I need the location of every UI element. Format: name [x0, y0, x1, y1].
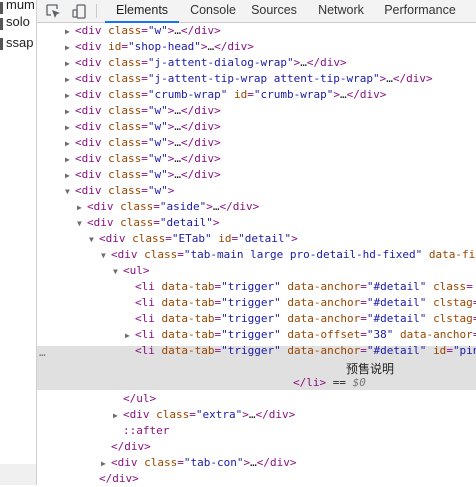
dom-node[interactable]: ▶ <div class="aside">…</div> [37, 199, 476, 215]
tab-performance[interactable]: Performance [380, 0, 460, 22]
expand-triangle-icon[interactable]: ▶ [65, 88, 75, 103]
page-item-ssap[interactable]: ssap [6, 35, 33, 50]
collapse-triangle-icon[interactable]: ▼ [77, 216, 87, 231]
expand-triangle-icon[interactable]: ▶ [65, 120, 75, 135]
expand-triangle-icon[interactable]: ▶ [65, 104, 75, 119]
expand-triangle-icon[interactable]: ▶ [65, 40, 75, 55]
collapse-triangle-icon[interactable]: ▼ [89, 232, 99, 247]
tab-elements[interactable]: Elements [105, 0, 179, 23]
expand-triangle-icon[interactable]: ▶ [113, 408, 123, 423]
dom-node[interactable]: ▼ <div class="ETab" id="detail"> [37, 231, 476, 247]
expand-triangle-icon[interactable]: ▶ [65, 72, 75, 87]
dom-node[interactable]: ▶ <div id="shop-head">…</div> [37, 39, 476, 55]
page-strip-bottom [0, 464, 36, 485]
expand-triangle-icon[interactable]: ▶ [65, 56, 75, 71]
dom-node[interactable]: ▶ <div class="extra">…</div> [37, 407, 476, 423]
page-item-marker [0, 18, 3, 30]
inspect-element-icon[interactable] [45, 3, 61, 19]
dom-node[interactable]: ▶ <div class="w">…</div> [37, 135, 476, 151]
dom-node[interactable]: ▶ <div class="crumb-wrap" id="crumb-wrap"… [37, 87, 476, 103]
collapse-triangle-icon[interactable]: ▼ [113, 264, 123, 279]
dom-node[interactable]: ▼ <div class="tab-main large pro-detail-h… [37, 247, 476, 263]
dom-node[interactable]: <li data-tab="trigger" data-anchor="#det… [37, 295, 476, 311]
page-strip: mum solo ssap [0, 0, 37, 485]
dom-node[interactable]: ▶ <div class="j-attent-dialog-wrap">…</di… [37, 55, 476, 71]
dom-node-selected[interactable]: <li data-tab="trigger" data-anchor="#det… [37, 343, 476, 359]
dom-node[interactable]: ▶ <div class="tab-con">…</div> [37, 455, 476, 471]
tab-network[interactable]: Network [313, 0, 369, 22]
dom-node[interactable]: ▶ <div class="w">…</div> [37, 119, 476, 135]
tab-console[interactable]: Console [182, 0, 244, 22]
expand-triangle-icon[interactable]: ▶ [65, 168, 75, 183]
collapse-triangle-icon[interactable]: ▼ [65, 184, 75, 199]
tab-sources[interactable]: Sources [247, 0, 301, 22]
devtools-toolbar: Elements Console Sources Network Perform… [37, 0, 476, 23]
dom-pseudo-element[interactable]: ::after [37, 423, 476, 439]
devtools-panel: Elements Console Sources Network Perform… [37, 0, 476, 485]
toolbar-separator [96, 4, 97, 18]
page-item-solo[interactable]: solo [6, 14, 30, 29]
dom-node[interactable]: ▼ <div class="w"> [37, 183, 476, 199]
expand-triangle-icon[interactable]: ▶ [77, 200, 87, 215]
dom-node-close[interactable]: </li> == $0 [37, 375, 476, 391]
device-toolbar-icon[interactable] [71, 3, 87, 19]
expand-triangle-icon[interactable]: ▶ [65, 136, 75, 151]
dom-node[interactable]: ▼ <div class="detail"> [37, 215, 476, 231]
dom-node[interactable]: ▶ <div class="w">…</div> [37, 23, 476, 39]
dom-node[interactable]: <li data-tab="trigger" data-anchor="#det… [37, 311, 476, 327]
dom-node-close[interactable]: </ul> [37, 391, 476, 407]
expand-triangle-icon[interactable]: ▶ [65, 24, 75, 39]
page-item-marker [0, 2, 3, 14]
dom-node-close[interactable]: </div> [37, 439, 476, 455]
dom-node[interactable]: ▶ <div class="w">…</div> [37, 167, 476, 183]
dom-node[interactable]: ▶ <div class="w">…</div> [37, 151, 476, 167]
expand-triangle-icon[interactable]: ▶ [125, 328, 135, 343]
expand-triangle-icon[interactable]: ▶ [65, 152, 75, 167]
dom-node[interactable]: ▶ <li data-tab="trigger" data-offset="38"… [37, 327, 476, 343]
dom-node[interactable]: ▶ <div class="j-attent-tip-wrap attent-ti… [37, 71, 476, 87]
dom-node[interactable]: ▼ <ul> [37, 263, 476, 279]
dom-node[interactable]: ▶ <div class="w">…</div> [37, 103, 476, 119]
dom-node[interactable]: <li data-tab="trigger" data-anchor="#det… [37, 279, 476, 295]
expand-triangle-icon[interactable]: ▶ [101, 456, 111, 471]
collapse-triangle-icon[interactable]: ▼ [101, 248, 111, 263]
page-item-mum[interactable]: mum [6, 0, 35, 12]
page-item-marker [0, 38, 3, 50]
